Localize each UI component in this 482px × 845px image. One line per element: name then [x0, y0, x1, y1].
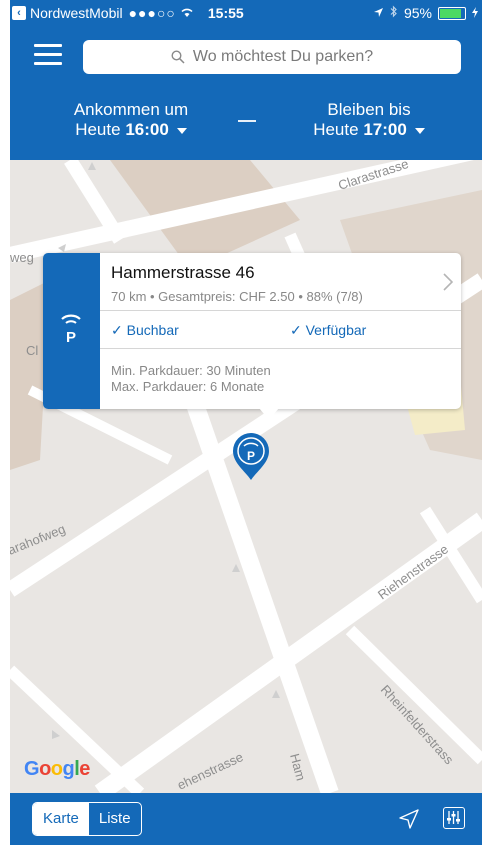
- street-label: weg: [10, 250, 34, 265]
- parking-title: Hammerstrasse 46: [111, 263, 255, 282]
- max-duration: Max. Parkdauer: 6 Monate: [111, 379, 265, 394]
- time-selector: Ankommen um Heute 16:00 Bleiben bis Heut…: [10, 100, 482, 160]
- charging-icon: [472, 5, 478, 21]
- departure-time: 17:00: [363, 120, 407, 139]
- bluetooth-icon: [390, 5, 398, 21]
- arrival-picker[interactable]: Ankommen um Heute 16:00: [61, 100, 201, 140]
- filter-icon[interactable]: [443, 807, 465, 829]
- parking-card[interactable]: P Hammerstrasse 46 70 km • Gesamtpreis: …: [43, 253, 461, 409]
- parking-details: 70 km • Gesamtpreis: CHF 2.50 • 88% (7/8…: [111, 289, 363, 304]
- bottom-bar: Karte Liste: [10, 793, 482, 845]
- arrival-label: Ankommen um: [73, 100, 189, 119]
- tab-list[interactable]: Liste: [89, 803, 141, 835]
- arrival-time: 16:00: [125, 120, 169, 139]
- back-to-app-icon[interactable]: ‹: [12, 6, 26, 20]
- parking-pin-icon[interactable]: P: [231, 431, 271, 481]
- battery-icon: [438, 6, 466, 20]
- arrival-value: Heute 16:00: [75, 120, 187, 139]
- street-label: Cl: [26, 343, 38, 358]
- screen: ‹ NordwestMobil ●●●○○ 15:55 95% Wo möcht…: [0, 0, 482, 845]
- chevron-right-icon[interactable]: [443, 273, 453, 291]
- divider: [100, 310, 461, 311]
- svg-text:P: P: [66, 329, 76, 345]
- battery-percent: 95%: [403, 5, 432, 21]
- carrier-name: NordwestMobil: [30, 5, 123, 21]
- search-field[interactable]: Wo möchtest Du parken?: [83, 40, 461, 74]
- departure-label: Bleiben bis: [327, 100, 411, 119]
- min-duration: Min. Parkdauer: 30 Minuten: [111, 363, 271, 378]
- tab-map[interactable]: Karte: [33, 803, 89, 835]
- svg-text:P: P: [247, 449, 255, 463]
- card-stripe: P: [43, 253, 100, 409]
- clock: 15:55: [207, 5, 244, 21]
- departure-picker[interactable]: Bleiben bis Heute 17:00: [294, 100, 444, 140]
- chevron-down-icon: [176, 127, 187, 134]
- status-bar: ‹ NordwestMobil ●●●○○ 15:55 95%: [10, 0, 482, 26]
- card-body: Hammerstrasse 46 70 km • Gesamtpreis: CH…: [100, 253, 461, 409]
- divider: [100, 348, 461, 349]
- parking-icon: P: [61, 314, 81, 345]
- google-logo: Google: [24, 758, 90, 780]
- location-arrow-icon: [373, 5, 384, 21]
- status-right: 95%: [373, 0, 478, 26]
- chevron-down-icon: [414, 127, 425, 134]
- menu-icon[interactable]: [34, 44, 62, 66]
- search-placeholder: Wo möchtest Du parken?: [192, 48, 374, 65]
- separator-dash: [238, 120, 256, 122]
- card-pointer: [259, 408, 279, 420]
- app-header: Wo möchtest Du parken? Ankommen um Heute…: [10, 26, 482, 160]
- departure-value: Heute 17:00: [313, 120, 425, 139]
- navigation-arrow-icon[interactable]: [399, 809, 419, 829]
- wifi-icon: [180, 5, 194, 21]
- view-toggle: Karte Liste: [32, 802, 142, 836]
- duration-info: Min. Parkdauer: 30 Minuten Max. Parkdaue…: [111, 363, 271, 395]
- search-icon: [171, 50, 185, 64]
- bookable-status: ✓ Buchbar: [111, 322, 179, 338]
- available-status: ✓ Verfügbar: [290, 322, 367, 338]
- signal-strength: ●●●○○: [128, 5, 176, 21]
